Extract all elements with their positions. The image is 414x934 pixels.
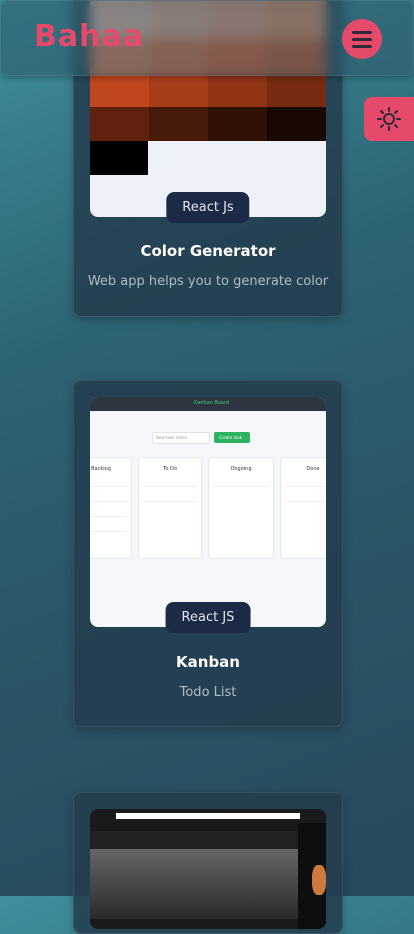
site-logo[interactable]: Bahaa	[34, 19, 144, 54]
project-card[interactable]: Kanban Board New task name Create task B…	[73, 380, 343, 727]
project-title: Color Generator	[140, 242, 276, 260]
project-thumbnail: Kanban Board New task name Create task B…	[90, 397, 326, 627]
sun-icon	[377, 107, 401, 131]
kanban-app-title: Kanban Board	[194, 400, 230, 406]
kanban-column: Ongoing	[208, 457, 274, 559]
project-title: Kanban	[176, 653, 240, 671]
tech-tag: React JS	[165, 602, 251, 633]
site-header: Bahaa	[0, 0, 414, 76]
project-thumbnail	[90, 809, 326, 929]
project-card[interactable]	[73, 792, 343, 934]
theme-toggle-button[interactable]	[364, 97, 414, 141]
kanban-column: Done	[280, 457, 326, 559]
kanban-column: Backlog	[90, 457, 132, 559]
menu-button[interactable]	[342, 19, 382, 59]
kanban-column: To Do	[138, 457, 202, 559]
tech-tag: React Js	[166, 192, 250, 223]
hamburger-icon	[352, 30, 372, 34]
create-task-button: Create task	[214, 432, 250, 443]
project-description: Todo List	[179, 685, 237, 700]
task-name-input: New task name	[152, 432, 210, 444]
project-description: Web app helps you to generate color	[87, 274, 329, 289]
